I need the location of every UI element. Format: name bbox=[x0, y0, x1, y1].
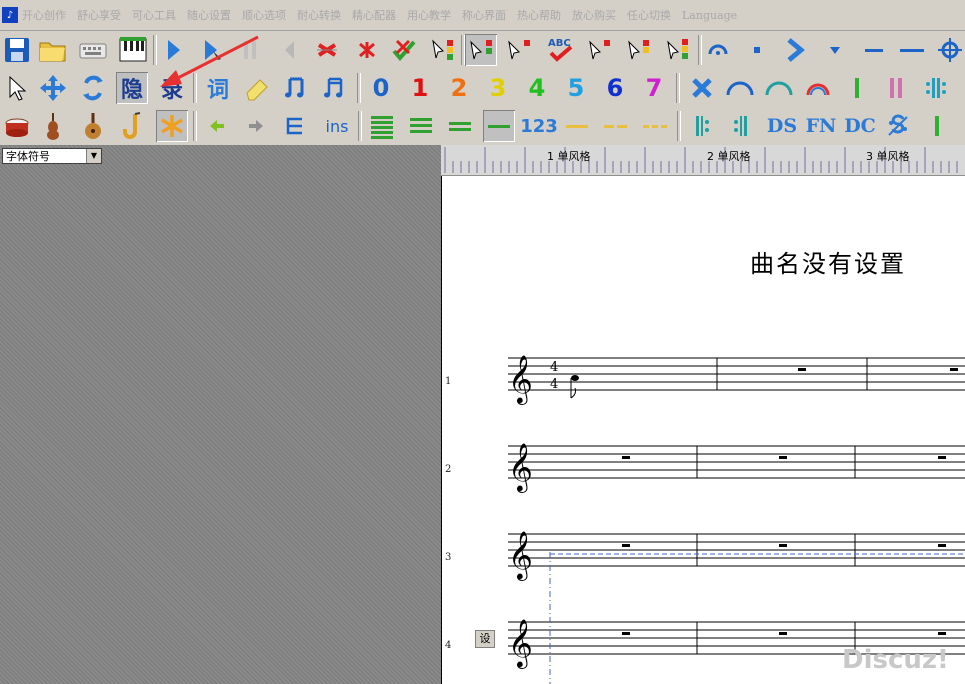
treble-clef-icon: 𝄞 bbox=[508, 618, 533, 669]
treble-clef-icon: 𝄞 bbox=[508, 530, 533, 581]
eighth-note[interactable] bbox=[570, 375, 579, 399]
whole-rest[interactable] bbox=[779, 456, 787, 459]
set-button[interactable]: 设 bbox=[475, 630, 495, 648]
whole-rest[interactable] bbox=[622, 632, 630, 635]
staff-line-group bbox=[508, 445, 965, 479]
whole-rest[interactable] bbox=[622, 544, 630, 547]
staff-systems: 𝄞 4 4 𝄞 𝄞 𝄞 bbox=[160, 35, 965, 684]
time-signature-bottom: 4 bbox=[550, 377, 558, 392]
whole-rest[interactable] bbox=[938, 632, 946, 635]
whole-rest[interactable] bbox=[779, 632, 787, 635]
staff-line-group bbox=[508, 357, 965, 391]
treble-clef-icon: 𝄞 bbox=[508, 354, 533, 405]
whole-rest[interactable] bbox=[622, 456, 630, 459]
whole-rest[interactable] bbox=[938, 544, 946, 547]
whole-rest[interactable] bbox=[938, 456, 946, 459]
time-signature-top: 4 bbox=[550, 360, 558, 375]
annotation-arrow bbox=[160, 35, 259, 87]
watermark-logo: Discuz! bbox=[842, 645, 949, 675]
whole-rest[interactable] bbox=[798, 368, 806, 371]
staff-line-group bbox=[508, 533, 965, 567]
whole-rest[interactable] bbox=[779, 544, 787, 547]
whole-rest[interactable] bbox=[950, 368, 958, 371]
treble-clef-icon: 𝄞 bbox=[508, 442, 533, 493]
